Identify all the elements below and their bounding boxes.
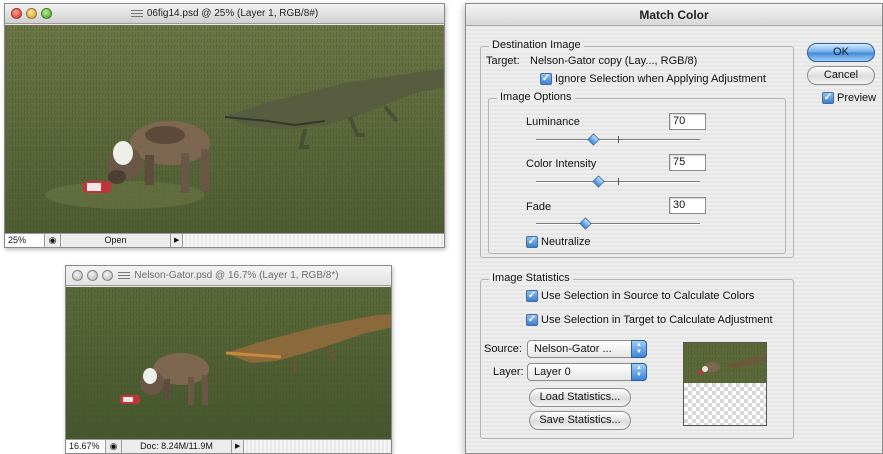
window-titlebar[interactable]: 06fig14.psd @ 25% (Layer 1, RGB/8#) [5,4,444,24]
luminance-slider[interactable] [536,133,700,146]
source-label: Source: [484,343,522,355]
close-icon[interactable] [72,270,83,281]
cancel-button[interactable]: Cancel [807,66,875,85]
minimize-icon[interactable] [26,8,37,19]
source-thumbnail [683,342,767,426]
document-icon [118,271,131,279]
fade-input[interactable]: 30 [669,197,706,214]
dialog-title: Match Color [466,4,882,26]
source-popup-value: Nelson-Gator ... [534,343,612,355]
fade-slider[interactable] [536,217,700,230]
source-popup[interactable]: Nelson-Gator ... ▲ ▼ [527,340,647,358]
popup-arrows-icon: ▲ ▼ [631,340,647,358]
checkmark-icon: ✓ [540,73,552,85]
fade-slider-thumb[interactable] [579,217,592,230]
status-info: Open [61,234,171,247]
preview-checkbox[interactable]: ✓ Preview [822,92,876,104]
luminance-input[interactable]: 70 [669,113,706,130]
color-intensity-label: Color Intensity [526,158,597,170]
image-options-label: Image Options [497,91,575,103]
window-titlebar[interactable]: Nelson-Gator.psd @ 16.7% (Layer 1, RGB/8… [66,266,391,286]
image-statistics-label: Image Statistics [489,272,573,284]
neutralize-label: Neutralize [541,236,591,248]
load-statistics-button[interactable]: Load Statistics... [529,388,631,407]
status-bar: 25% ◉ Open ▶ [5,233,444,247]
preview-label: Preview [837,92,877,104]
checkmark-icon: ✓ [822,92,834,104]
neutralize-checkbox[interactable]: ✓ Neutralize [526,236,591,248]
luminance-slider-thumb[interactable] [587,133,600,146]
image-canvas[interactable] [5,25,444,233]
horizontal-scrollbar[interactable] [244,440,391,453]
document-icon [130,9,143,17]
document-window-2: Nelson-Gator.psd @ 16.7% (Layer 1, RGB/8… [65,265,392,454]
checkmark-icon: ✓ [526,290,538,302]
triangle-right-icon[interactable]: ▶ [232,440,244,453]
zoom-icon[interactable] [102,270,113,281]
use-source-selection-checkbox[interactable]: ✓ Use Selection in Source to Calculate C… [526,290,754,302]
color-intensity-slider-thumb[interactable] [591,175,605,188]
window-controls [72,270,113,281]
ignore-selection-label: Ignore Selection when Applying Adjustmen… [555,73,766,85]
window-title: Nelson-Gator.psd @ 16.7% (Layer 1, RGB/8… [134,270,339,281]
thumbnail-image [684,343,766,383]
luminance-label: Luminance [526,116,580,128]
fade-label: Fade [526,201,552,213]
zoom-field[interactable]: 16.67% [66,440,106,453]
color-intensity-input[interactable]: 75 [669,154,706,171]
photo-dog-gator [5,25,444,233]
color-intensity-slider[interactable] [536,175,700,188]
photo-dog-gator-source [66,287,391,439]
save-statistics-button[interactable]: Save Statistics... [529,411,631,430]
zoom-icon[interactable] [41,8,52,19]
use-target-selection-checkbox[interactable]: ✓ Use Selection in Target to Calculate A… [526,314,773,326]
layer-popup[interactable]: Layer 0 ▲ ▼ [527,363,647,381]
ok-button[interactable]: OK [807,43,875,62]
checkmark-icon: ✓ [526,314,538,326]
horizontal-scrollbar[interactable] [183,234,444,247]
window-title: 06fig14.psd @ 25% (Layer 1, RGB/8#) [146,8,319,19]
layer-label: Layer: [493,366,524,378]
status-icon: ◉ [106,440,122,453]
minimize-icon[interactable] [87,270,98,281]
destination-group-label: Destination Image [489,39,584,51]
close-icon[interactable] [11,8,22,19]
layer-popup-value: Layer 0 [534,366,571,378]
document-window-1: 06fig14.psd @ 25% (Layer 1, RGB/8#) 25% … [4,3,445,248]
use-target-selection-label: Use Selection in Target to Calculate Adj… [541,314,773,326]
target-value: Nelson-Gator copy (Lay..., RGB/8) [530,55,698,67]
ignore-selection-checkbox[interactable]: ✓ Ignore Selection when Applying Adjustm… [540,73,766,85]
checkmark-icon: ✓ [526,236,538,248]
image-canvas[interactable] [66,287,391,439]
status-bar: 16.67% ◉ Doc: 8.24M/11.9M ▶ [66,439,391,453]
status-info: Doc: 8.24M/11.9M [122,440,232,453]
triangle-right-icon[interactable]: ▶ [171,234,183,247]
thumbnail-transparency [684,383,766,425]
target-label: Target: [486,55,520,67]
match-color-dialog: Match Color Destination Image Target: Ne… [465,3,883,454]
popup-arrows-icon: ▲ ▼ [631,363,647,381]
window-controls [11,8,52,19]
zoom-field[interactable]: 25% [5,234,45,247]
use-source-selection-label: Use Selection in Source to Calculate Col… [541,290,755,302]
status-icon: ◉ [45,234,61,247]
